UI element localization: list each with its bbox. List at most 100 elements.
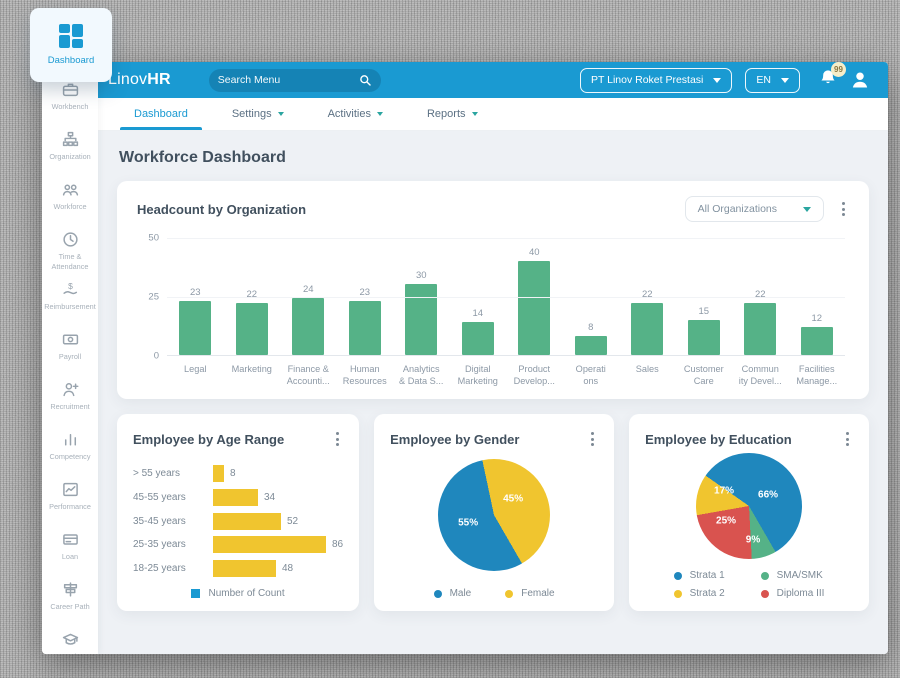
age-value-label: 86 <box>332 539 343 550</box>
sidebar-item-label: Organization <box>49 152 90 162</box>
app-logo[interactable]: LinovHR <box>108 71 171 89</box>
sidebar-item-payroll[interactable]: Payroll <box>42 326 98 376</box>
age-row: 18-25 years48 <box>133 559 343 578</box>
pie-slice-label: 25% <box>716 516 736 527</box>
sidebar-item-lms[interactable]: Learning Management System <box>42 626 98 654</box>
org-tree-icon <box>62 131 79 148</box>
age-bar[interactable] <box>213 489 258 506</box>
age-category-label: 25-35 years <box>133 539 199 550</box>
age-value-label: 8 <box>230 468 236 479</box>
pie-slice-label: 55% <box>458 518 478 529</box>
page-title: Workforce Dashboard <box>119 149 869 167</box>
age-legend: Number of Count <box>133 588 343 599</box>
education-pie-chart[interactable]: 66% 17% 9% 25% <box>696 453 802 559</box>
x-axis-label: Facilities Manage... <box>789 363 846 388</box>
gender-pie-chart[interactable]: 55% 45% <box>438 459 550 571</box>
card-title: Headcount by Organization <box>137 202 306 217</box>
bar-chart-icon <box>62 431 79 448</box>
card-title: Employee by Gender <box>390 432 519 447</box>
card-title: Employee by Age Range <box>133 432 284 447</box>
chevron-down-icon <box>803 207 811 212</box>
sidebar-item-label: Learning Management System <box>44 652 96 654</box>
organization-filter-dropdown[interactable]: All Organizations <box>685 196 824 222</box>
card-icon <box>62 531 79 548</box>
sidebar-item-recruitment[interactable]: Recruitment <box>42 376 98 426</box>
sidebar-item-label: Payroll <box>59 352 81 362</box>
user-profile-icon[interactable] <box>850 70 870 90</box>
graduation-cap-icon <box>62 631 79 648</box>
age-category-label: 18-25 years <box>133 563 199 574</box>
age-range-bar-chart: > 55 years 8 45-55 years34 35-45 years52 25-… <box>133 464 343 578</box>
bar-value-label: 22 <box>246 289 257 300</box>
x-axis-label: Digital Marketing <box>450 363 507 388</box>
tab-label: Settings <box>232 108 272 120</box>
tab-label: Dashboard <box>134 108 188 120</box>
x-axis-label: Legal <box>167 363 224 388</box>
x-axis-label: Commun ity Devel... <box>732 363 789 388</box>
education-legend: Strata 1 Strata 2 SMA/SMK Diploma III <box>645 570 853 599</box>
search-input[interactable] <box>218 74 359 86</box>
people-icon <box>62 181 79 198</box>
headcount-bar-chart: 50 25 0 23222423301440822152212 LegalMar… <box>167 238 845 388</box>
sidebar-item-label: Recruitment <box>50 402 89 412</box>
banknote-icon <box>62 331 79 348</box>
person-plus-icon <box>62 381 79 398</box>
chevron-down-icon <box>781 78 789 83</box>
sidebar-item-reimbursement[interactable]: $ Reimbursement <box>42 276 98 326</box>
age-row: 45-55 years34 <box>133 488 343 507</box>
tab-settings[interactable]: Settings <box>218 98 298 130</box>
age-row: 35-45 years52 <box>133 512 343 531</box>
sidebar-item-time-attendance[interactable]: Time & Attendance <box>42 226 98 276</box>
notifications-button[interactable]: 99 <box>819 69 837 92</box>
language-selector[interactable]: EN <box>745 68 800 93</box>
sidebar-item-competency[interactable]: Competency <box>42 426 98 476</box>
age-bar[interactable] <box>213 513 281 530</box>
clock-icon <box>62 231 79 248</box>
legend-swatch <box>761 590 769 598</box>
sidebar-item-label: Reimbursement <box>44 302 96 312</box>
age-bar[interactable] <box>213 560 276 577</box>
search-icon[interactable] <box>359 74 372 87</box>
sidebar-item-organization[interactable]: Organization <box>42 126 98 176</box>
more-options-icon[interactable] <box>838 198 849 220</box>
age-category-label: > 55 years <box>133 468 199 479</box>
more-options-icon[interactable] <box>842 428 853 450</box>
more-options-icon[interactable] <box>587 428 598 450</box>
pie-slice-label: 66% <box>758 490 778 501</box>
sidebar-item-label: Workforce <box>53 202 86 212</box>
content-area: Workforce Dashboard Headcount by Organiz… <box>98 131 888 654</box>
company-selector[interactable]: PT Linov Roket Prestasi <box>580 68 732 93</box>
sidebar-item-workforce[interactable]: Workforce <box>42 176 98 226</box>
legend-swatch <box>191 589 200 598</box>
x-axis-label: Analytics & Data S... <box>393 363 450 388</box>
tab-activities[interactable]: Activities <box>314 98 397 130</box>
svg-text:$: $ <box>68 281 73 291</box>
bar-value-label: 14 <box>472 308 483 319</box>
sidebar-item-label: Dashboard <box>48 55 94 66</box>
bar-value-label: 12 <box>811 313 822 324</box>
bar-value-label: 8 <box>588 322 593 333</box>
chevron-down-icon <box>713 78 721 83</box>
tab-dashboard[interactable]: Dashboard <box>120 98 202 130</box>
sidebar-item-performance[interactable]: Performance <box>42 476 98 526</box>
header-right-cluster: PT Linov Roket Prestasi EN 99 <box>580 68 870 93</box>
legend-swatch <box>674 590 682 598</box>
sidebar-item-loan[interactable]: Loan <box>42 526 98 576</box>
legend-swatch <box>505 590 513 598</box>
more-options-icon[interactable] <box>332 428 343 450</box>
tab-label: Reports <box>427 108 466 120</box>
pie-slice-label: 17% <box>714 486 734 497</box>
age-bar[interactable] <box>213 536 326 553</box>
headcount-card: Headcount by Organization All Organizati… <box>117 181 869 399</box>
age-value-label: 34 <box>264 492 275 503</box>
nav-tabs: Dashboard Settings Activities Reports <box>98 98 888 131</box>
age-bar[interactable] <box>213 465 224 482</box>
notification-count-badge: 99 <box>831 62 846 77</box>
sidebar-item-workbench[interactable]: Workbench <box>42 76 98 126</box>
tab-reports[interactable]: Reports <box>413 98 492 130</box>
sidebar-item-career-path[interactable]: Career Path <box>42 576 98 626</box>
search-bar[interactable] <box>209 69 381 92</box>
chevron-down-icon <box>377 112 383 116</box>
sidebar-item-dashboard[interactable]: Dashboard <box>30 8 112 82</box>
bar-value-label: 40 <box>529 247 540 258</box>
